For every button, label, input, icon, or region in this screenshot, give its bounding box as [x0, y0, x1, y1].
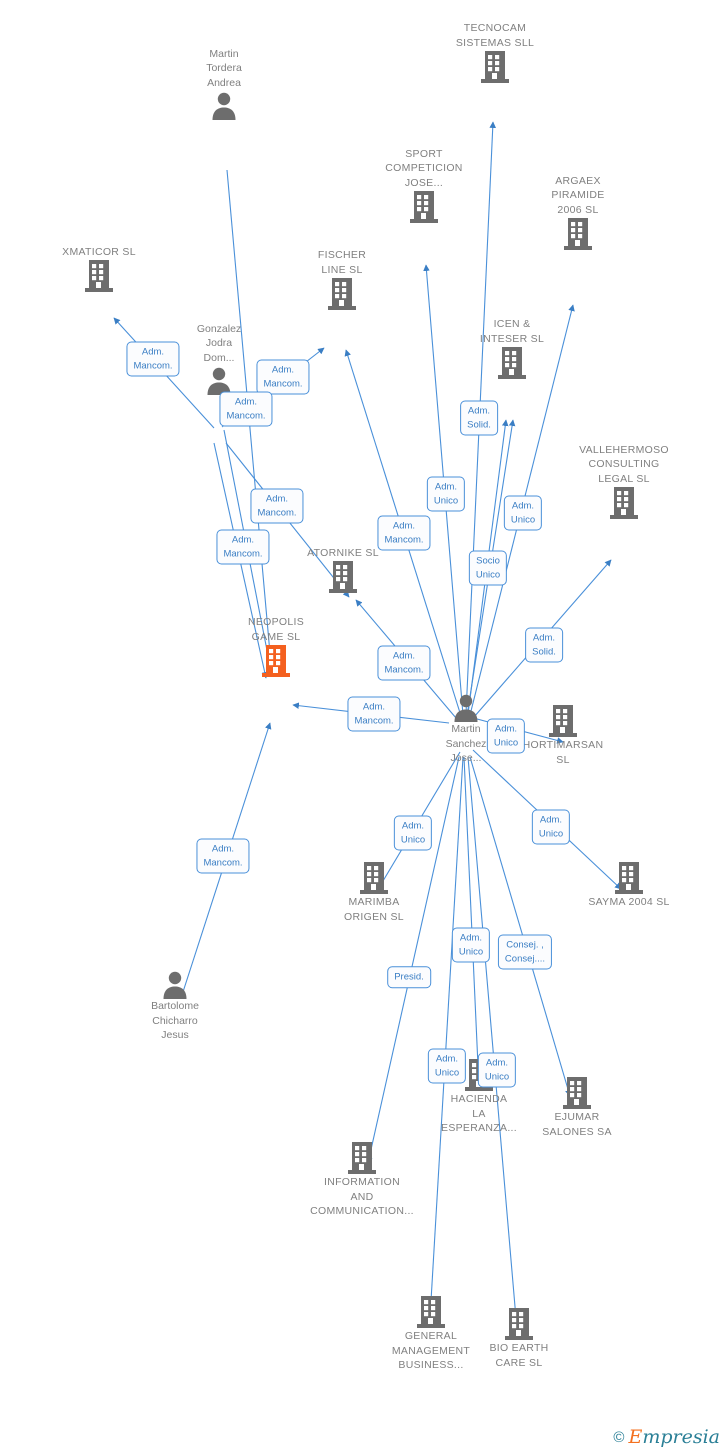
edge-label-martin_sanchez-to-argaex[interactable]: Adm. Unico: [503, 495, 543, 531]
building-icon: [449, 1307, 589, 1341]
node-martin_tordera[interactable]: Martin Tordera Andrea: [154, 47, 294, 120]
edge-label-gonzalez-to-neopolis[interactable]: Adm. Mancom.: [219, 391, 273, 427]
brand-name: Empresia: [628, 1428, 720, 1447]
edge-martin_sanchez-to-ejumar: [469, 756, 572, 1097]
node-bartolome[interactable]: Bartolome Chicharro Jesus: [105, 969, 245, 1043]
edge-label-gonzalez-to-neopolis[interactable]: Adm. Mancom.: [216, 529, 270, 565]
node-bioearth[interactable]: BIO EARTH CARE SL: [449, 1307, 589, 1370]
brand-remainder: mpresia: [642, 1426, 720, 1448]
person-icon: [105, 969, 245, 999]
node-infocom[interactable]: INFORMATION AND COMMUNICATION...: [292, 1141, 432, 1219]
edge-label-martin_sanchez-to-general_mgmt[interactable]: Adm. Unico: [427, 1048, 467, 1084]
node-label: EJUMAR SALONES SA: [542, 1111, 612, 1138]
node-label: XMATICOR SL: [62, 245, 136, 258]
network-diagram-canvas[interactable]: TECNOCAM SISTEMAS SLL SPORT COMPETICION J…: [0, 0, 728, 1455]
building-icon: [507, 1076, 647, 1110]
edge-label-bartolome-to-neopolis[interactable]: Adm. Mancom.: [196, 838, 250, 874]
empresia-watermark: © Empresia: [613, 1428, 720, 1447]
node-label: ARGAEX PIRAMIDE 2006 SL: [551, 174, 605, 216]
edge-label-gonzalez-to-xmaticor[interactable]: Adm. Mancom.: [126, 341, 180, 377]
node-label: MARIMBA ORIGEN SL: [344, 896, 404, 923]
building-icon: [554, 486, 694, 520]
node-label: INFORMATION AND COMMUNICATION...: [310, 1176, 414, 1217]
node-tecnocam[interactable]: TECNOCAM SISTEMAS SLL: [425, 21, 565, 84]
edge-label-martin_sanchez-to-fischer[interactable]: Adm. Mancom.: [377, 515, 431, 551]
node-argaex[interactable]: ARGAEX PIRAMIDE 2006 SL: [508, 174, 648, 252]
node-label: SAYMA 2004 SL: [588, 896, 670, 908]
copyright-icon: ©: [613, 1429, 625, 1446]
building-icon: [292, 1141, 432, 1175]
brand-initial: E: [628, 1426, 643, 1448]
edge-martin_sanchez-to-general_mgmt: [427, 756, 464, 1319]
node-label: NEOPOLIS GAME SL: [247, 616, 305, 643]
building-icon: [272, 277, 412, 311]
node-label: TECNOCAM SISTEMAS SLL: [455, 22, 535, 49]
edge-label-martin_sanchez-to-vallehermoso[interactable]: Adm. Solid.: [525, 627, 563, 663]
node-label: BIO EARTH CARE SL: [489, 1342, 549, 1369]
edge-label-martin_sanchez-to-marimba[interactable]: Adm. Unico: [393, 815, 433, 851]
building-icon: [273, 560, 413, 594]
node-ejumar[interactable]: EJUMAR SALONES SA: [507, 1076, 647, 1139]
node-vallehermoso[interactable]: VALLEHERMOSO CONSULTING LEGAL SL: [554, 443, 694, 521]
edge-label-gonzalez-to-fischer[interactable]: Adm. Mancom.: [256, 359, 310, 395]
edge-label-martin_sanchez-to-infocom[interactable]: Presid.: [387, 966, 431, 988]
node-sport[interactable]: SPORT COMPETICION JOSE...: [354, 147, 494, 225]
node-atornike[interactable]: ATORNIKE SL: [273, 546, 413, 595]
building-icon: [354, 190, 494, 224]
edge-label-martin_sanchez-to-hortimarsan[interactable]: Adm. Unico: [486, 718, 526, 754]
edge-martin_sanchez-to-bioearth: [467, 756, 520, 1331]
node-neopolis[interactable]: NEOPOLIS GAME SL: [206, 615, 346, 678]
edge-label-martin_sanchez-to-neopolis[interactable]: Adm. Mancom.: [347, 696, 401, 732]
edge-label-martin_sanchez-to-sayma[interactable]: Adm. Unico: [531, 809, 571, 845]
person-icon: [154, 90, 294, 120]
node-xmaticor[interactable]: XMATICOR SL: [29, 245, 169, 294]
edge-martin_sanchez-to-hacienda: [463, 756, 483, 1089]
building-icon: [425, 50, 565, 84]
building-icon: [206, 644, 346, 678]
node-label: VALLEHERMOSO CONSULTING LEGAL SL: [579, 443, 669, 485]
building-icon: [508, 217, 648, 251]
edge-label-martin_sanchez-to-sport[interactable]: Adm. Unico: [426, 476, 466, 512]
building-icon: [442, 346, 582, 380]
edge-label-martin_sanchez-to-ejumar[interactable]: Consej. , Consej....: [497, 934, 553, 970]
node-sayma[interactable]: SAYMA 2004 SL: [559, 861, 699, 910]
node-marimba[interactable]: MARIMBA ORIGEN SL: [304, 861, 444, 924]
edge-label-martin_sanchez-to-hacienda[interactable]: Adm. Unico: [451, 927, 491, 963]
edge-label-martin_sanchez-to-bioearth[interactable]: Adm. Unico: [477, 1052, 517, 1088]
node-label: Martin Tordera Andrea: [206, 47, 242, 89]
building-icon: [559, 861, 699, 895]
edge-label-martin_sanchez-to-icen[interactable]: Adm. Solid.: [460, 400, 498, 436]
node-icen[interactable]: ICEN & INTESER SL: [442, 317, 582, 380]
node-fischer[interactable]: FISCHER LINE SL: [272, 248, 412, 311]
node-label: SPORT COMPETICION JOSE...: [385, 147, 463, 189]
edge-label-martin_sanchez-to-icen[interactable]: Socio Unico: [468, 550, 508, 586]
node-label: FISCHER LINE SL: [317, 249, 367, 276]
node-label: Bartolome Chicharro Jesus: [151, 1000, 199, 1041]
building-icon: [29, 259, 169, 293]
edge-label-gonzalez-to-atornike[interactable]: Adm. Mancom.: [250, 488, 304, 524]
edge-label-martin_sanchez-to-atornike[interactable]: Adm. Mancom.: [377, 645, 431, 681]
node-label: ICEN & INTESER SL: [479, 318, 545, 345]
building-icon: [304, 861, 444, 895]
